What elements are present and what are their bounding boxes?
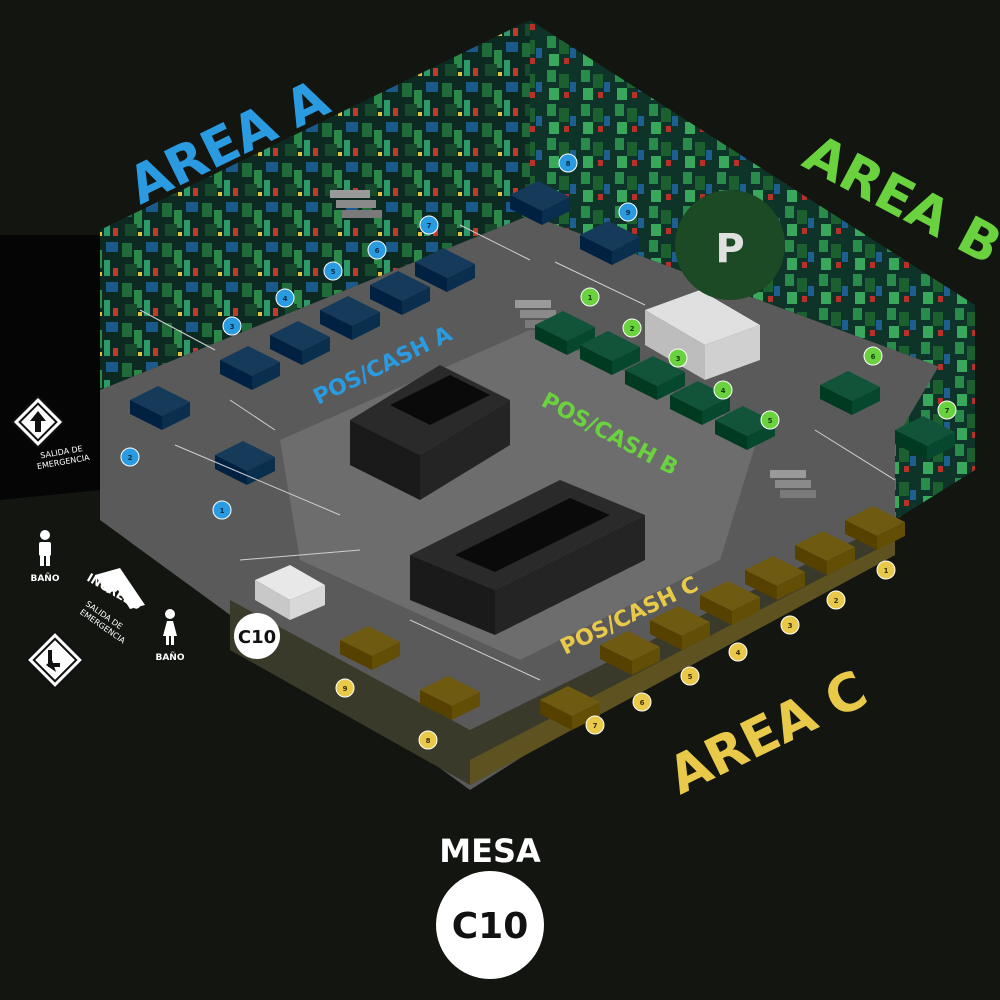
table-c-1[interactable]: 1	[876, 560, 896, 580]
svg-text:9: 9	[343, 685, 348, 693]
dj-logo-mark: P	[715, 226, 744, 272]
table-c-8[interactable]: 8	[418, 730, 438, 750]
selected-table-label: C10	[452, 906, 529, 947]
svg-text:2: 2	[630, 325, 635, 333]
mesa-heading: MESA	[439, 832, 541, 870]
svg-text:6: 6	[871, 353, 876, 361]
svg-text:5: 5	[688, 673, 693, 681]
svg-text:4: 4	[721, 387, 726, 395]
svg-text:9: 9	[626, 209, 631, 217]
table-c-6[interactable]: 6	[632, 692, 652, 712]
svg-text:4: 4	[736, 649, 741, 657]
venue-floor-plan: P AREA A AREA B AREA C POS/CASH A POS/CA…	[0, 0, 1000, 1000]
table-a-5[interactable]: 5	[323, 261, 343, 281]
table-a-3[interactable]: 3	[222, 316, 242, 336]
table-b-4[interactable]: 4	[713, 380, 733, 400]
table-c-9[interactable]: 9	[335, 678, 355, 698]
table-a-2[interactable]: 2	[120, 447, 140, 467]
bano-right-label: BAÑO	[155, 652, 184, 663]
table-b-5[interactable]: 5	[760, 410, 780, 430]
svg-text:7: 7	[593, 722, 598, 730]
svg-text:6: 6	[640, 699, 645, 707]
bano-left-label: BAÑO	[30, 573, 59, 584]
svg-text:3: 3	[788, 622, 793, 630]
table-c-7[interactable]: 7	[585, 715, 605, 735]
table-c-4[interactable]: 4	[728, 642, 748, 662]
table-b-3[interactable]: 3	[668, 348, 688, 368]
c10-marker-label: C10	[238, 627, 276, 648]
table-b-6[interactable]: 6	[863, 346, 883, 366]
table-c-5[interactable]: 5	[680, 666, 700, 686]
svg-text:7: 7	[427, 222, 432, 230]
svg-text:3: 3	[676, 355, 681, 363]
c10-map-marker[interactable]: C10	[234, 613, 280, 659]
table-a-9[interactable]: 9	[618, 202, 638, 222]
svg-text:7: 7	[945, 407, 950, 415]
table-b-2[interactable]: 2	[622, 318, 642, 338]
table-a-7[interactable]: 7	[419, 215, 439, 235]
table-a-4[interactable]: 4	[275, 288, 295, 308]
table-c-3[interactable]: 3	[780, 615, 800, 635]
table-b-1[interactable]: 1	[580, 287, 600, 307]
table-b-7[interactable]: 7	[937, 400, 957, 420]
svg-text:5: 5	[331, 268, 336, 276]
svg-text:4: 4	[283, 295, 288, 303]
svg-text:3: 3	[230, 323, 235, 331]
svg-text:8: 8	[566, 160, 571, 168]
svg-text:8: 8	[426, 737, 431, 745]
table-c-2[interactable]: 2	[826, 590, 846, 610]
table-a-6[interactable]: 6	[367, 240, 387, 260]
table-a-1[interactable]: 1	[212, 500, 232, 520]
svg-text:1: 1	[588, 294, 593, 302]
svg-text:5: 5	[768, 417, 773, 425]
svg-text:2: 2	[128, 454, 133, 462]
svg-text:1: 1	[220, 507, 225, 515]
svg-text:1: 1	[884, 567, 889, 575]
table-a-8[interactable]: 8	[558, 153, 578, 173]
svg-text:2: 2	[834, 597, 839, 605]
svg-text:6: 6	[375, 247, 380, 255]
